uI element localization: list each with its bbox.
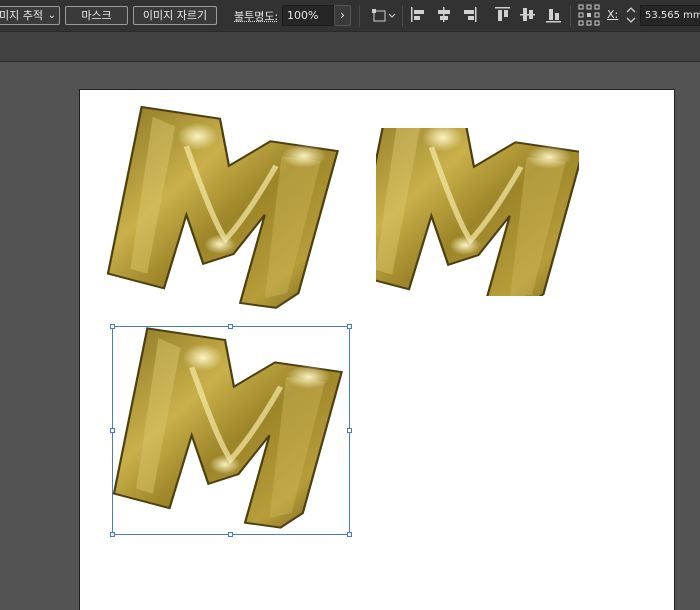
document-tab-bar xyxy=(0,32,700,62)
align-left-icon[interactable] xyxy=(410,6,426,28)
mask-button[interactable]: 마스크 xyxy=(65,6,128,25)
align-horizontal-center-icon[interactable] xyxy=(436,6,452,28)
divider xyxy=(570,5,571,27)
divider xyxy=(402,5,403,27)
resize-handle-bottom[interactable] xyxy=(228,532,233,537)
reference-point-icon[interactable] xyxy=(578,4,600,30)
divider xyxy=(359,5,360,27)
align-bottom-icon[interactable] xyxy=(545,6,561,28)
resize-handle-left[interactable] xyxy=(110,428,115,433)
resize-handle-bottom-right[interactable] xyxy=(347,532,352,537)
image-trace-button[interactable]: 미지 추적 ⌄ xyxy=(0,6,60,25)
chevron-down-icon[interactable]: ⌄ xyxy=(48,7,56,24)
opacity-input[interactable]: 100% xyxy=(282,5,334,26)
stepper-icon[interactable] xyxy=(624,4,638,30)
control-bar: 미지 추적 ⌄ 마스크 이미지 자르기 불투명도: 100% › X: 53.5… xyxy=(0,0,700,32)
resize-handle-right[interactable] xyxy=(347,428,352,433)
x-coordinate-label: X: xyxy=(607,8,619,21)
selection-bounding-box[interactable] xyxy=(112,326,350,535)
resize-handle-top-right[interactable] xyxy=(347,324,352,329)
gold-letter-m-original[interactable] xyxy=(103,105,343,315)
resize-handle-top-left[interactable] xyxy=(110,324,115,329)
resize-handle-bottom-left[interactable] xyxy=(110,532,115,537)
transform-icon[interactable] xyxy=(371,6,397,28)
chevron-right-icon: › xyxy=(340,8,345,22)
opacity-dropdown-button[interactable]: › xyxy=(334,5,351,26)
resize-handle-top[interactable] xyxy=(228,324,233,329)
x-coordinate-input[interactable]: 53.565 mm xyxy=(640,5,700,26)
image-trace-label: 미지 추적 xyxy=(0,9,43,22)
crop-image-button[interactable]: 이미지 자르기 xyxy=(133,6,217,25)
opacity-label: 불투명도: xyxy=(234,10,279,23)
align-top-icon[interactable] xyxy=(494,6,510,28)
align-right-icon[interactable] xyxy=(462,6,478,28)
gold-letter-m-cropped[interactable] xyxy=(376,128,579,296)
align-vertical-center-icon[interactable] xyxy=(519,6,535,28)
